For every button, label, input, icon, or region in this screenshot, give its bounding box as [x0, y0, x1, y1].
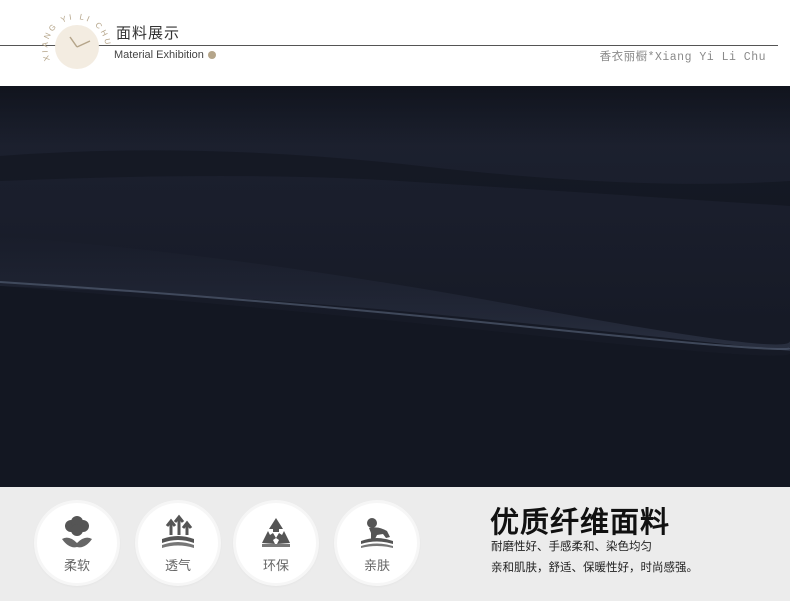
- fabric-photo: [0, 86, 790, 487]
- feature-band: 柔软 透气 环保 亲肤 优质纤维面料 耐磨性好、手感柔和、染色均匀 亲和肌肤，舒…: [0, 487, 790, 601]
- feature-label: 亲肤: [363, 559, 390, 574]
- feature-eco: 环保: [236, 503, 316, 583]
- gold-dot-icon: [207, 51, 216, 59]
- feature-label: 柔软: [63, 559, 90, 574]
- feature-desc-line2: 亲和肌肤，舒适、保暖性好，时尚感强。: [491, 560, 698, 574]
- section-title-en-text: Material Exhibition: [114, 49, 204, 61]
- recycle-icon: [262, 518, 290, 547]
- breathable-arrows-icon: [162, 514, 194, 548]
- section-title-en: Material Exhibition: [114, 49, 216, 61]
- feature-title: 优质纤维面料: [490, 505, 671, 539]
- section-title-cn: 面料展示: [116, 24, 181, 42]
- brand-name: 香衣丽橱*Xiang Yi Li Chu: [599, 51, 766, 64]
- feature-label: 环保: [262, 559, 289, 574]
- feature-soft: 柔软: [37, 503, 117, 583]
- section-header: XIANG YI LI CHU 面料展示 Material Exhibition…: [0, 0, 790, 86]
- header-divider: [0, 45, 778, 46]
- feature-label: 透气: [164, 559, 191, 574]
- cotton-flower-icon: [62, 516, 92, 548]
- baby-crawling-icon: [361, 518, 393, 548]
- feature-desc-line1: 耐磨性好、手感柔和、染色均匀: [491, 539, 652, 553]
- feature-skin-friendly: 亲肤: [337, 503, 417, 583]
- feature-breathable: 透气: [138, 503, 218, 583]
- brand-logo-clock-icon: XIANG YI LI CHU: [40, 12, 110, 69]
- fabric-fold-image: [0, 86, 790, 487]
